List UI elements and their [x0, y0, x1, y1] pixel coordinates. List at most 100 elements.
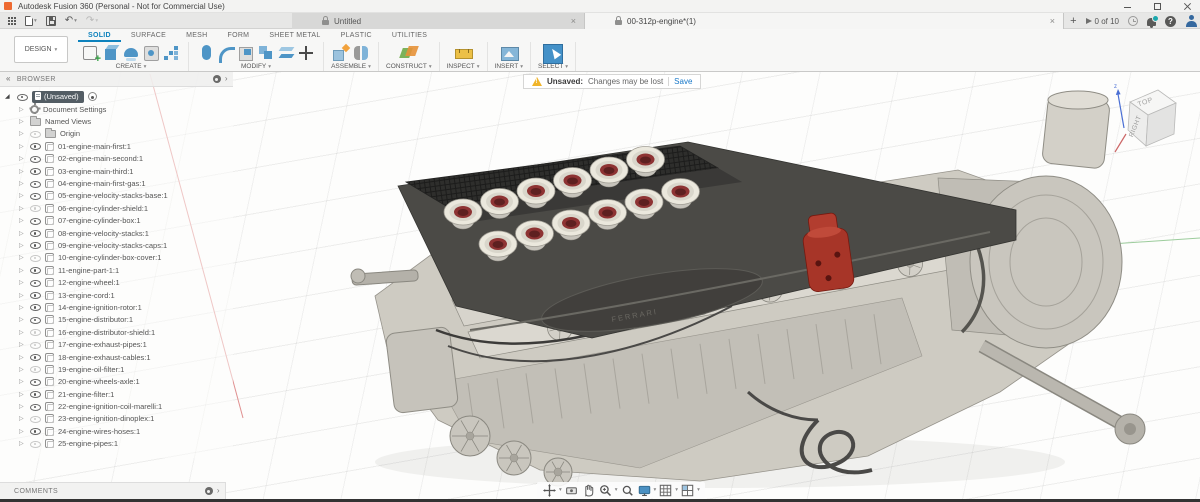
- browser-header[interactable]: « BROWSER ›: [0, 72, 233, 87]
- revolve-icon[interactable]: [121, 43, 141, 63]
- visibility-eye-icon[interactable]: [30, 390, 41, 399]
- browser-item[interactable]: ▷01-engine-main-first:1: [0, 140, 233, 152]
- expand-arrow-icon[interactable]: ▷: [19, 415, 26, 422]
- ribbon-group-label-modify[interactable]: MODIFY▾: [241, 63, 271, 70]
- browser-item[interactable]: ▷Named Views: [0, 115, 233, 127]
- expand-arrow-icon[interactable]: ▷: [19, 341, 26, 348]
- press-pull-icon[interactable]: [196, 43, 216, 63]
- expand-arrow-icon[interactable]: ▷: [19, 267, 26, 274]
- browser-item[interactable]: ▷Origin: [0, 128, 233, 140]
- ribbon-tab-sheet-metal[interactable]: SHEET METAL: [259, 29, 330, 42]
- visibility-eye-icon[interactable]: [30, 402, 41, 411]
- browser-item[interactable]: ▷03-engine-main-third:1: [0, 165, 233, 177]
- browser-item[interactable]: ▷17-engine-exhaust-pipes:1: [0, 338, 233, 350]
- visibility-eye-icon[interactable]: [30, 129, 41, 138]
- visibility-eye-icon[interactable]: [30, 427, 41, 436]
- browser-item[interactable]: ▷10-engine-cylinder-box-cover:1: [0, 252, 233, 264]
- browser-item[interactable]: ▷02-engine-main-second:1: [0, 153, 233, 165]
- undo-button[interactable]: ↶▾: [65, 16, 77, 26]
- viewport-3d[interactable]: FERRARI Unsaved: Changes may be lost Sav…: [0, 72, 1200, 499]
- expand-arrow-icon[interactable]: ▷: [19, 205, 26, 212]
- ribbon-group-label-inspect[interactable]: INSPECT▾: [447, 63, 480, 70]
- visibility-eye-icon[interactable]: [17, 92, 28, 101]
- visibility-eye-icon[interactable]: [30, 365, 41, 374]
- browser-item[interactable]: ▷Document Settings: [0, 103, 233, 115]
- file-menu-button[interactable]: ▾: [25, 16, 37, 26]
- browser-item[interactable]: ▷22-engine-ignition-coil-marelli:1: [0, 400, 233, 412]
- job-status[interactable]: 0 of 10: [1086, 17, 1119, 26]
- dropdown-caret-icon[interactable]: ▾: [654, 487, 657, 493]
- save-button[interactable]: Save: [674, 77, 692, 86]
- expand-arrow-icon[interactable]: ▷: [19, 118, 26, 125]
- dropdown-caret-icon[interactable]: ▾: [697, 487, 700, 493]
- fillet-icon[interactable]: [216, 43, 236, 63]
- pattern-icon[interactable]: [161, 43, 181, 63]
- browser-item[interactable]: ▷06-engine-cylinder-shield:1: [0, 202, 233, 214]
- visibility-eye-icon[interactable]: [30, 167, 41, 176]
- browser-item[interactable]: ▷21-engine-filter:1: [0, 388, 233, 400]
- visibility-eye-icon[interactable]: [30, 328, 41, 337]
- visibility-eye-icon[interactable]: [30, 154, 41, 163]
- ribbon-tab-solid[interactable]: SOLID: [78, 29, 121, 42]
- expand-arrow-icon[interactable]: ▷: [19, 292, 26, 299]
- ribbon-group-label-select[interactable]: SELECT▾: [538, 63, 568, 70]
- activate-component-radio[interactable]: [88, 92, 97, 101]
- minimize-button[interactable]: [1124, 3, 1132, 11]
- visibility-eye-icon[interactable]: [30, 204, 41, 213]
- close-window-button[interactable]: [1183, 2, 1192, 11]
- browser-item[interactable]: ▷16-engine-distributor-shield:1: [0, 326, 233, 338]
- visibility-eye-icon[interactable]: [30, 241, 41, 250]
- visibility-eye-icon[interactable]: [30, 278, 41, 287]
- expand-arrow-icon[interactable]: ▷: [19, 217, 26, 224]
- browser-item[interactable]: ▷12-engine-wheel:1: [0, 276, 233, 288]
- panel-expand-icon[interactable]: ›: [217, 486, 220, 495]
- user-avatar[interactable]: [1185, 15, 1197, 27]
- browser-item[interactable]: ▷19-engine-oil-filter:1: [0, 363, 233, 375]
- browser-item[interactable]: ▷24-engine-wires-hoses:1: [0, 425, 233, 437]
- close-tab-icon[interactable]: ×: [571, 17, 576, 26]
- browser-item[interactable]: ▷09-engine-velocity-stacks-caps:1: [0, 239, 233, 251]
- new-component-icon[interactable]: [331, 43, 351, 63]
- select-icon[interactable]: [541, 43, 565, 63]
- save-icon[interactable]: [46, 16, 56, 26]
- zoom-icon[interactable]: [598, 483, 613, 497]
- expand-arrow-icon[interactable]: ▷: [19, 391, 26, 398]
- browser-item[interactable]: ▷18-engine-exhaust-cables:1: [0, 351, 233, 363]
- visibility-eye-icon[interactable]: [30, 340, 41, 349]
- visibility-eye-icon[interactable]: [30, 266, 41, 275]
- browser-item[interactable]: ▷15-engine-distributor:1: [0, 314, 233, 326]
- extrude-icon[interactable]: [101, 43, 121, 63]
- expand-arrow-icon[interactable]: ▷: [19, 143, 26, 150]
- redo-button[interactable]: ↷▾: [86, 16, 98, 26]
- engine-model[interactable]: FERRARI: [351, 91, 1145, 488]
- expand-arrow-icon[interactable]: ▷: [19, 192, 26, 199]
- collapse-panel-icon[interactable]: «: [6, 74, 11, 83]
- view-cube[interactable]: z TOP RIGHT: [1114, 80, 1186, 158]
- comments-panel[interactable]: COMMENTS ›: [0, 482, 226, 499]
- insert-image-icon[interactable]: [499, 43, 519, 63]
- measure-icon[interactable]: [453, 43, 473, 63]
- ribbon-group-label-create[interactable]: CREATE▾: [116, 63, 147, 70]
- hole-icon[interactable]: [141, 43, 161, 63]
- display-settings-icon[interactable]: [637, 483, 652, 497]
- grid-snaps-icon[interactable]: [658, 483, 673, 497]
- recent-activity-icon[interactable]: [1128, 16, 1138, 26]
- close-tab-icon[interactable]: ×: [1050, 17, 1055, 26]
- pan-icon[interactable]: [542, 483, 557, 497]
- expand-arrow-icon[interactable]: ▷: [19, 304, 26, 311]
- look-at-icon[interactable]: [564, 483, 579, 497]
- dropdown-caret-icon[interactable]: ▾: [615, 487, 618, 493]
- expand-arrow-icon[interactable]: ▷: [19, 440, 26, 447]
- visibility-eye-icon[interactable]: [30, 216, 41, 225]
- expand-arrow-icon[interactable]: ▷: [19, 254, 26, 261]
- browser-item[interactable]: ▷14-engine-ignition-rotor:1: [0, 301, 233, 313]
- ribbon-group-label-assemble[interactable]: ASSEMBLE▾: [331, 63, 371, 70]
- panel-expand-icon[interactable]: ›: [225, 74, 228, 83]
- dropdown-caret-icon[interactable]: ▾: [675, 487, 678, 493]
- visibility-eye-icon[interactable]: [30, 353, 41, 362]
- visibility-eye-icon[interactable]: [30, 439, 41, 448]
- split-icon[interactable]: [276, 43, 296, 63]
- dropdown-caret-icon[interactable]: ▾: [559, 487, 562, 493]
- expand-arrow-icon[interactable]: ▷: [19, 279, 26, 286]
- visibility-eye-icon[interactable]: [30, 303, 41, 312]
